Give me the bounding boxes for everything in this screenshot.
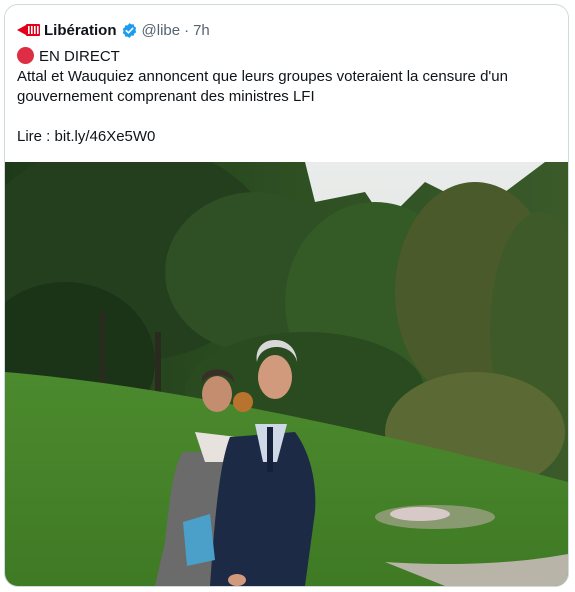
- red-circle-icon: [17, 47, 34, 64]
- read-line: Lire : bit.ly/46Xe5W0: [17, 127, 557, 147]
- author-name[interactable]: Libération: [44, 22, 117, 39]
- read-prefix: Lire :: [17, 128, 55, 145]
- liberation-logo-icon[interactable]: [17, 21, 41, 39]
- live-label: EN DIRECT: [39, 48, 120, 65]
- body-line-1: Attal et Wauquiez annoncent que leurs gr…: [17, 68, 508, 85]
- tweet-header: Libération @libe · 7h: [17, 19, 210, 41]
- author-handle[interactable]: @libe: [142, 22, 181, 39]
- tweet-text: EN DIRECT Attal et Wauquiez annoncent qu…: [17, 47, 557, 147]
- timestamp[interactable]: 7h: [193, 22, 210, 39]
- article-link[interactable]: bit.ly/46Xe5W0: [55, 128, 156, 145]
- tweet-card[interactable]: Libération @libe · 7h EN DIRECT Attal et…: [4, 4, 569, 587]
- live-line: EN DIRECT: [17, 47, 557, 67]
- tweet-photo[interactable]: [5, 162, 568, 586]
- separator-dot: ·: [184, 21, 190, 39]
- body-line-2: gouvernement comprenant des ministres LF…: [17, 88, 315, 105]
- verified-badge-icon: [121, 22, 138, 39]
